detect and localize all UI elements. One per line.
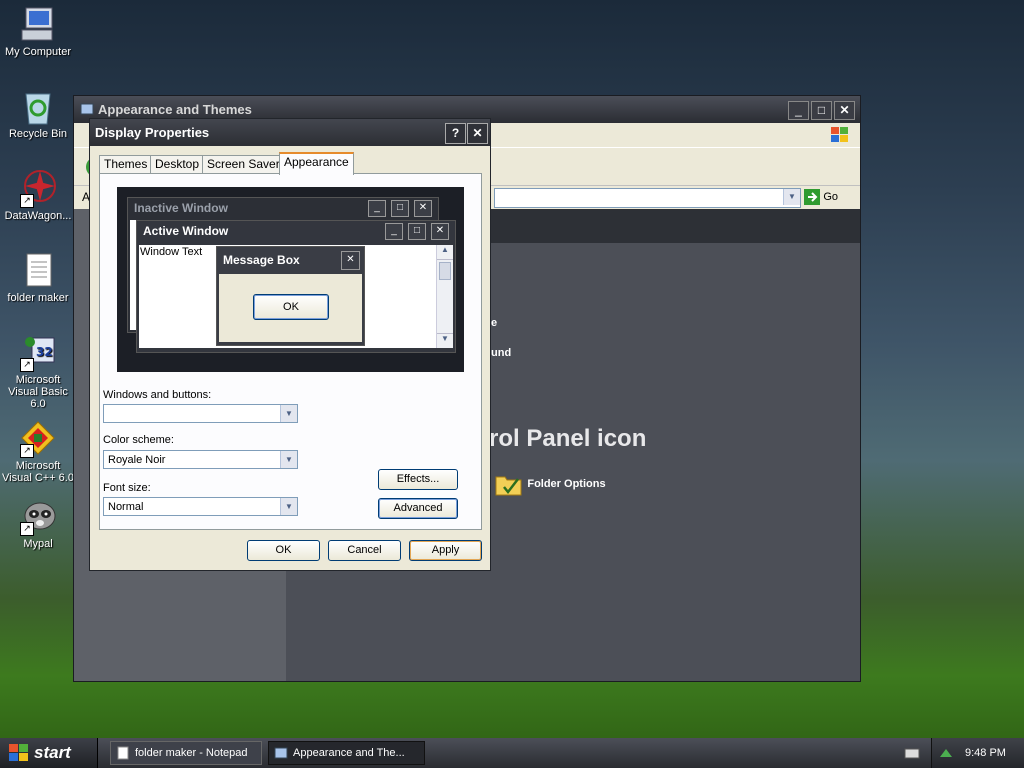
desktop-icon-my-computer[interactable]: My Computer bbox=[0, 4, 76, 58]
start-button[interactable]: start bbox=[0, 738, 98, 768]
task-link-partial-2[interactable]: und bbox=[491, 347, 511, 359]
folder-options-item[interactable]: Folder Options bbox=[494, 471, 606, 497]
windows-logo-icon bbox=[9, 744, 28, 761]
advanced-button[interactable]: Advanced bbox=[378, 498, 458, 519]
desktop-icon-label: folder maker bbox=[7, 292, 69, 304]
desktop-icon-label: My Computer bbox=[4, 46, 72, 58]
windows-logo-icon bbox=[828, 124, 852, 149]
recycle-bin-icon bbox=[18, 86, 58, 126]
desktop-icon-mypal[interactable]: ↗ Mypal bbox=[0, 496, 76, 550]
desktop-icon-label: Recycle Bin bbox=[8, 128, 68, 140]
scroll-down-icon: ▼ bbox=[437, 333, 453, 348]
shortcut-arrow-icon: ↗ bbox=[20, 194, 34, 208]
taskbar-item-label: Appearance and The... bbox=[293, 747, 405, 759]
preview-message-box: Message Box ✕ OK bbox=[216, 246, 365, 346]
computer-icon bbox=[18, 4, 58, 44]
message-box-body: OK bbox=[219, 274, 362, 342]
minimize-icon: _ bbox=[368, 200, 386, 217]
color-scheme-label: Color scheme: bbox=[103, 434, 174, 446]
window-title: Appearance and Themes bbox=[98, 102, 252, 117]
cancel-button[interactable]: Cancel bbox=[328, 540, 401, 561]
scroll-thumb bbox=[439, 262, 451, 280]
pick-icon-heading: rol Panel icon bbox=[489, 425, 647, 452]
address-input[interactable]: ▼ bbox=[494, 188, 801, 208]
apply-button[interactable]: Apply bbox=[409, 540, 482, 561]
folder-options-icon bbox=[495, 476, 522, 496]
desktop-icon-label: DataWagon... bbox=[4, 210, 72, 222]
go-label: Go bbox=[823, 191, 839, 203]
taskbar: start folder maker - Notepad Appearance … bbox=[0, 738, 1024, 768]
go-button[interactable]: Go bbox=[804, 189, 838, 205]
color-scheme-value: Royale Noir bbox=[108, 454, 166, 466]
font-size-label: Font size: bbox=[103, 482, 151, 494]
shortcut-arrow-icon: ↗ bbox=[20, 444, 34, 458]
close-icon: ✕ bbox=[341, 251, 360, 270]
help-button[interactable]: ? bbox=[445, 123, 466, 144]
taskbar-item-label: folder maker - Notepad bbox=[135, 747, 248, 759]
keyboard-icon[interactable] bbox=[904, 746, 920, 763]
svg-text:32: 32 bbox=[36, 345, 53, 359]
raccoon-icon: ↗ bbox=[18, 496, 58, 536]
tab-screen-saver[interactable]: Screen Saver bbox=[202, 155, 285, 173]
chevron-down-icon[interactable]: ▼ bbox=[280, 451, 297, 468]
control-panel-small-icon bbox=[80, 102, 94, 119]
go-arrow-icon bbox=[804, 189, 820, 205]
taskbar-item-appearance[interactable]: Appearance and The... bbox=[268, 741, 425, 765]
desktop-icon-datawagon[interactable]: ↗ DataWagon... bbox=[0, 168, 76, 222]
taskbar-item-notepad[interactable]: folder maker - Notepad bbox=[110, 741, 262, 765]
font-size-value: Normal bbox=[108, 501, 144, 513]
minimize-icon: _ bbox=[385, 223, 403, 240]
datawagon-icon: ↗ bbox=[18, 168, 58, 208]
close-button[interactable]: ✕ bbox=[834, 101, 855, 120]
visual-cpp-icon: ↗ bbox=[18, 418, 58, 458]
dialog-title: Display Properties bbox=[95, 125, 210, 140]
tab-appearance[interactable]: Appearance bbox=[279, 152, 354, 175]
maximize-button[interactable]: □ bbox=[811, 101, 832, 120]
clock[interactable]: 9:48 PM bbox=[965, 738, 1006, 768]
chevron-down-icon[interactable]: ▼ bbox=[280, 498, 297, 515]
close-icon: ✕ bbox=[414, 200, 432, 217]
desktop-icon-label: Mypal bbox=[23, 538, 53, 550]
desktop-icon-vcpp6[interactable]: ↗ Microsoft Visual C++ 6.0 bbox=[0, 418, 76, 484]
desktop-icon-label: Microsoft Visual C++ 6.0 bbox=[2, 460, 74, 484]
appearance-tab-pane: Inactive Window _ □ ✕ Active Window _ □ … bbox=[99, 173, 482, 530]
desktop-icon-label: Microsoft Visual Basic 6.0 bbox=[8, 374, 68, 410]
desktop-icon-folder-maker[interactable]: folder maker bbox=[0, 250, 76, 304]
window-text: Window Text bbox=[140, 246, 203, 258]
task-link-partial-1[interactable]: e bbox=[491, 317, 497, 329]
dialog-close-button[interactable]: ✕ bbox=[467, 123, 488, 144]
control-panel-icon bbox=[274, 747, 288, 759]
system-tray: 9:48 PM bbox=[931, 738, 1024, 768]
desktop-icon-recycle-bin[interactable]: Recycle Bin bbox=[0, 86, 76, 140]
folder-options-label: Folder Options bbox=[527, 478, 606, 490]
maximize-icon: □ bbox=[408, 223, 426, 240]
effects-button[interactable]: Effects... bbox=[378, 469, 458, 490]
windows-buttons-select[interactable]: ▼ bbox=[103, 404, 298, 423]
display-properties-dialog[interactable]: Display Properties ? ✕ Themes Desktop Sc… bbox=[89, 118, 491, 571]
font-size-select[interactable]: Normal ▼ bbox=[103, 497, 298, 516]
preview-scrollbar: ▲ ▼ bbox=[436, 245, 453, 348]
minimize-button[interactable]: _ bbox=[788, 101, 809, 120]
chevron-down-icon[interactable]: ▼ bbox=[783, 189, 800, 205]
notepad-icon bbox=[18, 250, 58, 290]
color-scheme-select[interactable]: Royale Noir ▼ bbox=[103, 450, 298, 469]
tab-themes[interactable]: Themes bbox=[99, 155, 153, 173]
maximize-icon: □ bbox=[391, 200, 409, 217]
chevron-down-icon[interactable]: ▼ bbox=[280, 405, 297, 422]
windows-buttons-label: Windows and buttons: bbox=[103, 389, 212, 401]
visual-basic-icon: 32 ↗ bbox=[18, 332, 58, 372]
start-label: start bbox=[34, 743, 71, 762]
preview-ok-button: OK bbox=[253, 294, 329, 320]
close-icon: ✕ bbox=[431, 223, 449, 240]
notepad-icon bbox=[117, 746, 129, 760]
network-icon[interactable] bbox=[938, 745, 954, 761]
tab-desktop[interactable]: Desktop bbox=[150, 155, 205, 173]
dialog-titlebar[interactable]: Display Properties bbox=[90, 119, 490, 146]
shortcut-arrow-icon: ↗ bbox=[20, 522, 34, 536]
shortcut-arrow-icon: ↗ bbox=[20, 358, 34, 372]
scroll-up-icon: ▲ bbox=[437, 245, 453, 260]
desktop-icon-vb6[interactable]: 32 ↗ Microsoft Visual Basic 6.0 bbox=[0, 332, 76, 410]
appearance-preview: Inactive Window _ □ ✕ Active Window _ □ … bbox=[117, 187, 464, 372]
ok-button[interactable]: OK bbox=[247, 540, 320, 561]
